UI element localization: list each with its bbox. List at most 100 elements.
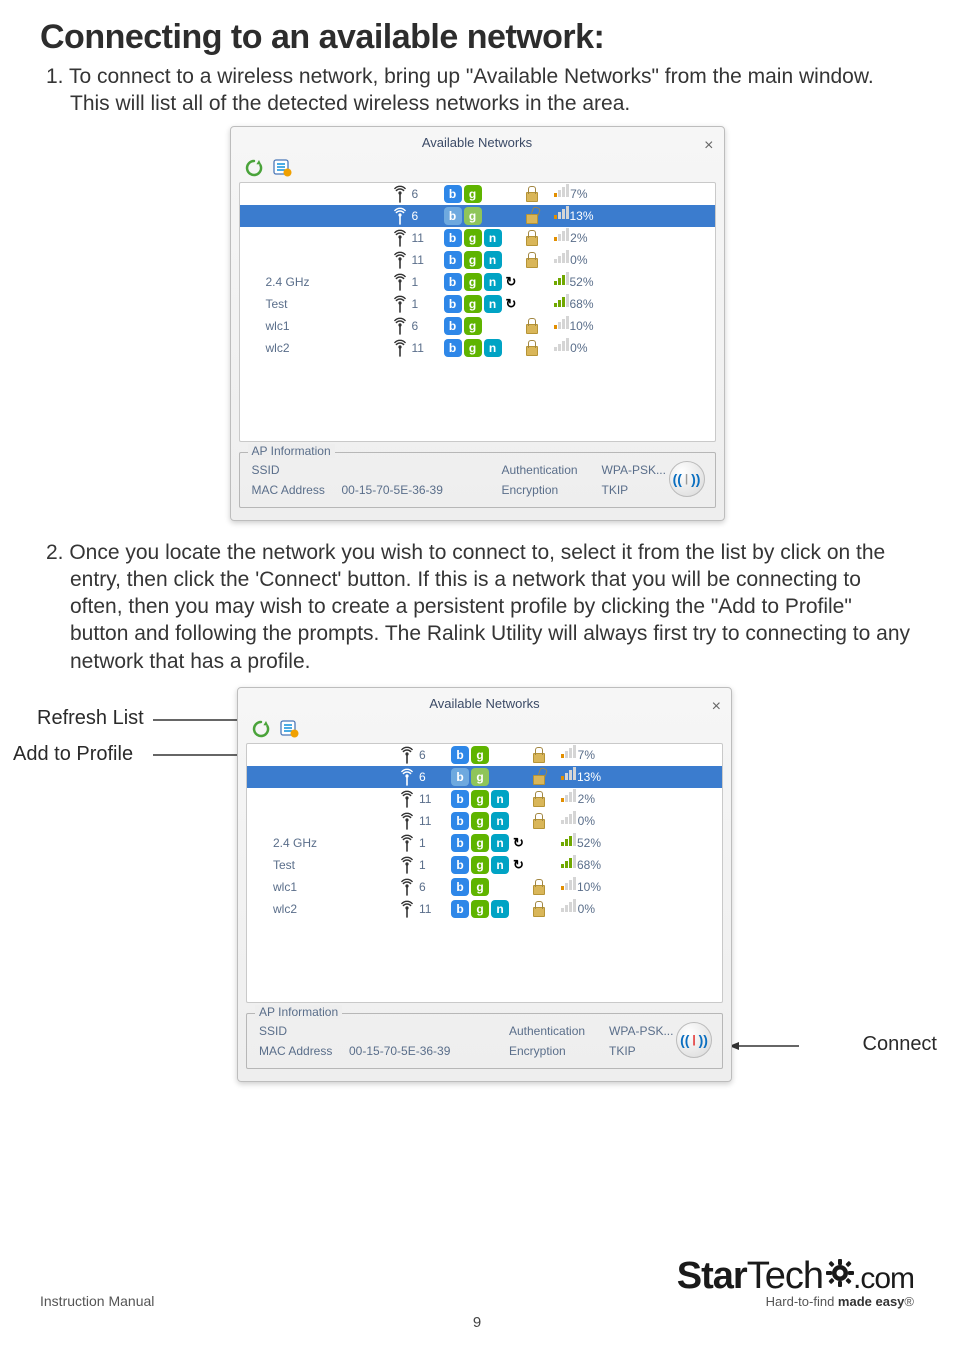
antenna-icon (392, 207, 408, 225)
channel-value: 1 (412, 297, 444, 311)
antenna-icon (392, 339, 408, 357)
mode-g-icon: g (471, 812, 489, 830)
mode-b-icon: b (451, 878, 469, 896)
mode-n-icon: n (484, 273, 502, 291)
antenna-icon (399, 900, 415, 918)
signal-icon (561, 744, 576, 758)
mode-n-icon: n (491, 790, 509, 808)
network-name: wlc1 (253, 880, 395, 894)
network-name: wlc2 (253, 902, 395, 916)
antenna-icon (399, 790, 415, 808)
signal-icon (561, 810, 576, 824)
add-to-profile-button[interactable] (278, 717, 300, 739)
connect-button[interactable]: (( | )) (669, 461, 705, 497)
mode-n-icon: n (491, 812, 509, 830)
wps-icon: ↻ (504, 296, 519, 312)
panel-title: Available Networks (422, 135, 532, 150)
close-icon[interactable]: × (704, 137, 713, 155)
channel-value: 11 (412, 253, 444, 267)
refresh-button[interactable] (250, 717, 272, 739)
list-item[interactable]: Test 1 bgn↻ 68% (247, 854, 722, 876)
mode-g-icon: g (471, 834, 489, 852)
list-item[interactable]: Test 1 bgn↻ 68% (240, 293, 715, 315)
network-list[interactable]: 6 bg 7% 6 bg 13% 11 bgn 2% 11 bgn 0% 2.4… (246, 743, 723, 1003)
mode-n-icon: n (484, 339, 502, 357)
ap-information-box: AP Information SSID Authentication WPA-P… (246, 1013, 723, 1069)
ssid-label: SSID (259, 1024, 349, 1038)
list-item[interactable]: 6 bg 7% (247, 744, 722, 766)
gear-icon (825, 1258, 855, 1288)
list-item[interactable]: 11 bgn 2% (240, 227, 715, 249)
antenna-icon (392, 273, 408, 291)
signal-icon (554, 271, 569, 285)
lock-closed-icon (524, 230, 538, 246)
mode-n-icon: n (484, 229, 502, 247)
antenna-icon (399, 746, 415, 764)
mac-label: MAC Address (259, 1044, 349, 1058)
refresh-button[interactable] (243, 156, 265, 178)
auth-label: Authentication (502, 463, 602, 477)
signal-percent: 7% (578, 748, 595, 762)
list-item[interactable]: wlc1 6 bg 10% (240, 315, 715, 337)
mode-g-icon: g (464, 207, 482, 225)
list-add-icon (272, 158, 292, 178)
footer: Instruction Manual StarTech .com (40, 1255, 914, 1309)
list-item[interactable]: 6 bg 13% (240, 205, 715, 227)
list-item[interactable]: wlc2 11 bgn 0% (247, 898, 722, 920)
list-item[interactable]: 11 bgn 2% (247, 788, 722, 810)
list-item[interactable]: 6 bg 13% (247, 766, 722, 788)
lock-open-icon (531, 769, 545, 785)
mode-b-icon: b (451, 790, 469, 808)
channel-value: 6 (419, 880, 451, 894)
signal-icon (561, 788, 576, 802)
antenna-icon (392, 251, 408, 269)
signal-percent: 0% (570, 341, 587, 355)
signal-icon (561, 898, 576, 912)
list-item[interactable]: wlc1 6 bg 10% (247, 876, 722, 898)
list-item[interactable]: 11 bgn 0% (247, 810, 722, 832)
instruction-manual-label: Instruction Manual (40, 1293, 154, 1309)
network-name: wlc2 (246, 341, 388, 355)
signal-percent: 13% (570, 209, 594, 223)
list-item[interactable]: 2.4 GHz 1 bgn↻ 52% (247, 832, 722, 854)
list-item[interactable]: wlc2 11 bgn 0% (240, 337, 715, 359)
panel2-wrapper: Refresh List Add to Profile Connect Avai… (47, 683, 907, 1093)
mode-g-icon: g (464, 317, 482, 335)
add-to-profile-button[interactable] (271, 156, 293, 178)
brand-logo: StarTech .com (677, 1255, 914, 1298)
signal-icon (554, 227, 569, 241)
step1-text: 1. To connect to a wireless network, bri… (40, 63, 914, 118)
wps-icon: ↻ (511, 835, 526, 851)
signal-percent: 2% (578, 792, 595, 806)
mode-b-icon: b (451, 900, 469, 918)
signal-percent: 10% (577, 880, 601, 894)
mode-g-icon: g (471, 790, 489, 808)
antenna-icon (392, 229, 408, 247)
channel-value: 6 (412, 187, 444, 201)
lock-closed-icon (524, 252, 538, 268)
mac-value: 00-15-70-5E-36-39 (349, 1044, 509, 1058)
mode-b-icon: b (444, 185, 462, 203)
mode-n-icon: n (491, 900, 509, 918)
mode-g-icon: g (464, 229, 482, 247)
enc-label: Encryption (502, 483, 602, 497)
available-networks-panel-2: Available Networks × (237, 687, 732, 1082)
network-name: Test (253, 858, 395, 872)
list-item[interactable]: 11 bgn 0% (240, 249, 715, 271)
connect-button[interactable]: (( | )) (676, 1022, 712, 1058)
antenna-icon (392, 185, 408, 203)
list-item[interactable]: 6 bg 7% (240, 183, 715, 205)
antenna-icon (399, 878, 415, 896)
signal-percent: 52% (570, 275, 594, 289)
lock-closed-icon (531, 813, 545, 829)
lock-closed-icon (531, 879, 545, 895)
lock-open-icon (524, 208, 538, 224)
channel-value: 1 (419, 836, 451, 850)
channel-value: 11 (419, 792, 451, 806)
mode-b-icon: b (451, 746, 469, 764)
signal-percent: 68% (577, 858, 601, 872)
list-item[interactable]: 2.4 GHz 1 bgn↻ 52% (240, 271, 715, 293)
signal-icon (561, 854, 576, 868)
network-list[interactable]: 6 bg 7% 6 bg 13% 11 bgn 2% 11 bgn 0% 2.4… (239, 182, 716, 442)
close-icon[interactable]: × (712, 698, 721, 716)
